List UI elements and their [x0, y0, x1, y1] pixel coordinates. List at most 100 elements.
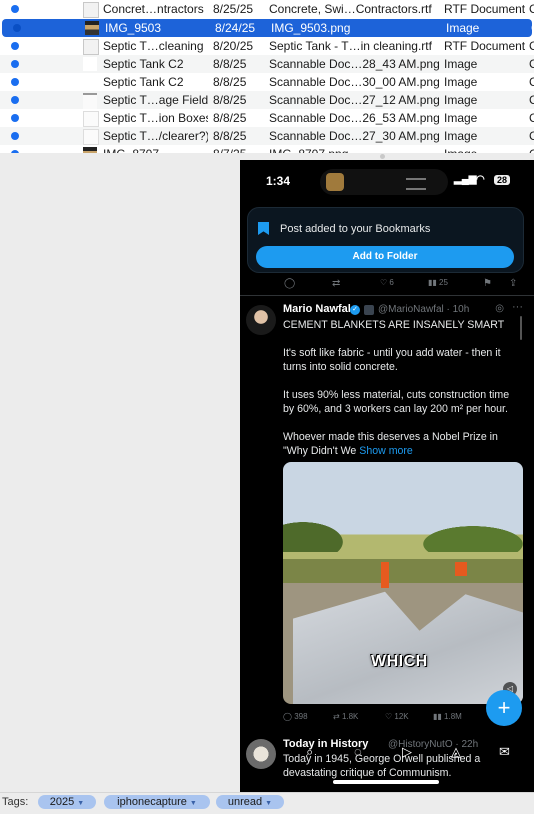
tweet-paragraph: It uses 90% less material, cuts construc…	[283, 389, 510, 415]
bookmark-icon[interactable]: ⚑	[483, 278, 492, 289]
file-filename: Scannable Doc…26_53 AM.png	[269, 111, 439, 125]
tag-bar: Tags: 2025 ▼ iphonecapture ▼ unread ▼	[0, 792, 534, 814]
file-thumbnail	[83, 129, 99, 145]
share-icon[interactable]: ⇪	[509, 278, 517, 289]
notifications-icon[interactable]: ◬	[451, 744, 461, 760]
now-playing-icon	[326, 173, 344, 191]
file-row[interactable]: Septic T…cleaning 8/20/25 Septic Tank - T……	[0, 37, 534, 55]
views-icon[interactable]: ▮▮ 25	[428, 278, 448, 287]
file-thumbnail	[83, 93, 97, 109]
file-row[interactable]: Concret…ntractors 8/25/25 Concrete, Swi…Co…	[0, 0, 534, 18]
reply-count: 398	[294, 712, 308, 721]
file-date: 8/7/25	[213, 147, 265, 153]
more-options-icon[interactable]: ···	[512, 301, 523, 313]
reply-icon[interactable]: ◯	[284, 278, 295, 289]
tag-token[interactable]: unread ▼	[216, 795, 284, 809]
unread-dot-icon	[11, 96, 19, 104]
view-count: 1.8M	[444, 712, 462, 721]
search-icon[interactable]: ⌕	[306, 744, 313, 760]
file-thumbnail	[83, 75, 97, 89]
chevron-down-icon: ▼	[77, 800, 85, 807]
file-filename: Scannable Doc…30_00 AM.png	[269, 75, 439, 89]
show-more-link[interactable]: Show more	[359, 445, 413, 457]
file-name: Septic Tank C2	[103, 57, 184, 71]
like-button[interactable]: ♡ 12K	[385, 712, 409, 721]
grok-tab-icon[interactable]: ◌	[354, 744, 362, 759]
file-extra-column: C	[529, 57, 534, 71]
grok-icon[interactable]: ◎	[495, 303, 504, 314]
file-thumbnail	[83, 39, 99, 55]
file-row[interactable]: Septic T…age Field 8/8/25 Scannable Doc…27…	[0, 91, 534, 109]
tag-text: 2025	[49, 796, 75, 808]
tags-label: Tags:	[2, 796, 29, 808]
tab-bar: ⌕ ◌ ▷ ◬ ✉	[240, 742, 534, 768]
video-trees	[283, 522, 523, 552]
video-worker	[455, 562, 467, 576]
file-thumbnail	[83, 57, 97, 71]
file-kind: Image	[444, 57, 478, 71]
file-row[interactable]: Septic Tank C2 8/8/25 Scannable Doc…30_00 …	[0, 73, 534, 91]
file-extra-column: C	[529, 39, 534, 53]
phone-screenshot: 1:34 ▂▄▆ ◠ 28 Post added to your Bookmar…	[240, 160, 534, 792]
add-to-folder-button[interactable]: Add to Folder	[256, 246, 514, 268]
reply-button[interactable]: ◯ 398	[283, 712, 308, 721]
tag-token[interactable]: iphonecapture ▼	[104, 795, 210, 809]
like-count: 12K	[394, 712, 409, 721]
compose-button[interactable]: +	[486, 690, 522, 726]
wifi-icon: ◠	[476, 174, 485, 185]
file-list: Concret…ntractors 8/25/25 Concrete, Swi…Co…	[0, 0, 534, 153]
file-date: 8/8/25	[213, 57, 247, 71]
author-name[interactable]: Mario Nawfal	[283, 303, 351, 315]
unread-dot-icon	[11, 132, 19, 140]
file-kind: RTF Document	[444, 39, 526, 53]
tweet-text: CEMENT BLANKETS ARE INSANELY SMART It's …	[283, 318, 518, 472]
tweet-paragraph: CEMENT BLANKETS ARE INSANELY SMART	[283, 319, 505, 331]
divider	[240, 295, 534, 296]
video-blanket	[293, 591, 523, 704]
file-date: 8/8/25	[213, 129, 247, 143]
tweet-paragraph: It's soft like fabric - until you add wa…	[283, 347, 501, 373]
file-extra-column: C	[529, 75, 534, 89]
affiliation-badge-icon	[364, 305, 374, 315]
views-button[interactable]: ▮▮ 1.8M	[433, 712, 462, 721]
repost-icon[interactable]: ⇄	[332, 278, 340, 289]
file-kind: Image	[446, 21, 480, 35]
file-row[interactable]: Septic Tank C2 8/8/25 Scannable Doc…28_43 …	[0, 55, 534, 73]
file-row[interactable]: Septic T…/clearer?) 8/8/25 Scannable Doc…2…	[0, 127, 534, 145]
author-avatar[interactable]	[246, 305, 276, 335]
signal-icon: ▂▄▆	[454, 174, 477, 185]
tag-text: unread	[227, 796, 263, 808]
video-tab-icon[interactable]: ▷	[402, 744, 412, 760]
file-name: Septic T…cleaning	[103, 39, 204, 53]
chevron-down-icon: ▼	[265, 800, 273, 807]
file-extra-column: C	[529, 147, 534, 153]
file-row[interactable]: IMG_95038/24/25IMG_9503.pngImageC	[2, 19, 534, 37]
home-indicator	[333, 780, 439, 784]
video-caption: WHICH	[371, 653, 428, 670]
file-name: IMG_8707	[103, 147, 208, 153]
author-handle[interactable]: @MarioNawfal · 10h	[378, 304, 469, 315]
tweet-video[interactable]: WHICH ◁	[283, 462, 523, 704]
file-filename: Scannable Doc…28_43 AM.png	[269, 57, 439, 71]
messages-icon[interactable]: ✉	[499, 744, 510, 760]
bookmark-icon	[258, 222, 269, 235]
file-kind: RTF Document	[444, 2, 526, 16]
file-row[interactable]: IMG_8707 8/7/25 IMG_8707.png ImageC	[0, 145, 534, 153]
pane-splitter[interactable]	[380, 154, 385, 159]
bookmark-toast: Post added to your Bookmarks Add to Fold…	[247, 207, 524, 273]
file-row[interactable]: Septic T…ion Boxes 8/8/25 Scannable Doc…26…	[0, 109, 534, 127]
file-name: Septic Tank C2	[103, 75, 184, 89]
repost-button[interactable]: ⇄ 1.8K	[333, 712, 358, 721]
repost-count: 1.8K	[341, 712, 359, 721]
file-filename: IMG_9503.png	[271, 21, 351, 35]
file-name: Septic T…/clearer?)	[103, 129, 208, 143]
tag-token[interactable]: 2025 ▼	[38, 795, 96, 809]
scroll-indicator	[520, 316, 522, 340]
file-thumbnail	[83, 2, 99, 18]
like-icon[interactable]: ♡ 6	[380, 278, 394, 287]
file-date: 8/8/25	[213, 75, 247, 89]
file-kind: Image	[444, 147, 526, 153]
file-filename: Scannable Doc…27_12 AM.png	[269, 93, 439, 107]
unread-dot-icon	[11, 5, 19, 13]
file-extra-column: C	[529, 93, 534, 107]
